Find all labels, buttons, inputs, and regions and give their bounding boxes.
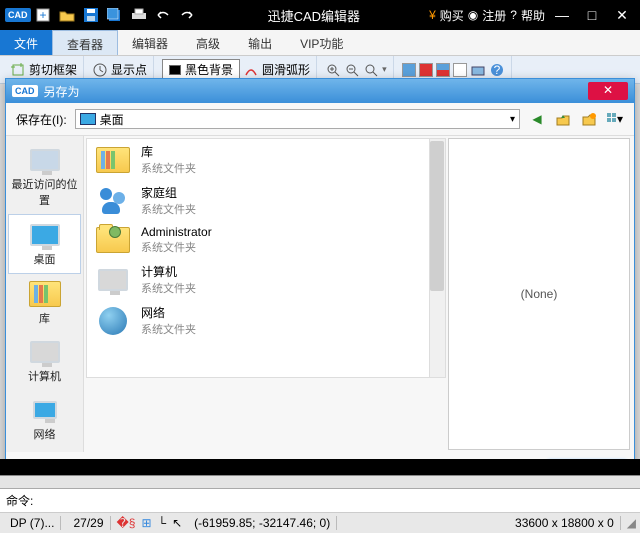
look-in-label: 保存在(I): — [16, 111, 67, 128]
dialog-title-text: 另存为 — [44, 83, 80, 100]
clip-frame-label[interactable]: 剪切框架 — [29, 61, 77, 78]
dialog-titlebar: CAD 另存为 ✕ — [6, 79, 634, 103]
help2-icon[interactable]: ? — [489, 62, 505, 78]
black-bg-toggle[interactable]: 黑色背景 — [162, 59, 240, 80]
save-as-dialog: CAD 另存为 ✕ 保存在(I): 桌面 ▾ ◀ ▾ 最近访问的位置 桌面 — [5, 78, 635, 524]
status-coords: (-61959.85; -32147.46; 0) — [188, 516, 337, 530]
help-icon: ? — [510, 8, 517, 22]
resize-grip-icon[interactable]: ◢ — [627, 516, 636, 530]
user-icon: ◉ — [468, 8, 478, 22]
desktop-icon — [80, 113, 96, 125]
settings-icon[interactable] — [470, 62, 486, 78]
list-item[interactable]: Administrator系统文件夹 — [87, 221, 445, 259]
place-desktop[interactable]: 桌面 — [8, 214, 81, 274]
tab-output[interactable]: 输出 — [234, 30, 286, 55]
place-network[interactable]: 网络 — [6, 390, 83, 448]
list-item[interactable]: 计算机系统文件夹 — [87, 259, 445, 300]
undo-icon[interactable] — [152, 4, 174, 26]
zoom-out-icon[interactable] — [344, 62, 360, 78]
redo-icon[interactable] — [176, 4, 198, 26]
open-icon[interactable] — [56, 4, 78, 26]
clock-icon — [92, 62, 108, 78]
menubar: 文件 查看器 编辑器 高级 输出 VIP功能 — [0, 30, 640, 56]
place-computer[interactable]: 计算机 — [6, 332, 83, 390]
smooth-arc-label[interactable]: 圆滑弧形 — [262, 61, 310, 78]
save-icon[interactable] — [80, 4, 102, 26]
tab-file[interactable]: 文件 — [0, 30, 52, 55]
color-blue[interactable] — [402, 63, 416, 77]
color-red[interactable] — [419, 63, 433, 77]
chevron-down-icon: ▾ — [510, 114, 515, 125]
status-bar: DP (7)... 27/29 �§ ⊞ └ ↖ (-61959.85; -32… — [0, 513, 640, 533]
dialog-badge: CAD — [12, 85, 38, 97]
tab-vip[interactable]: VIP功能 — [286, 30, 357, 55]
tab-advanced[interactable]: 高级 — [182, 30, 234, 55]
tab-viewer[interactable]: 查看器 — [52, 30, 118, 55]
svg-text:?: ? — [493, 63, 500, 77]
status-size: 33600 x 18800 x 0 — [509, 516, 621, 530]
saveall-icon[interactable] — [104, 4, 126, 26]
maximize-button[interactable]: □ — [579, 7, 605, 23]
minimize-button[interactable]: — — [549, 7, 575, 23]
svg-text:+: + — [39, 8, 46, 22]
app-title: 迅捷CAD编辑器 — [199, 6, 430, 25]
place-recent[interactable]: 最近访问的位置 — [6, 140, 83, 214]
dropdown-icon[interactable]: ▾ — [382, 64, 387, 75]
titlebar: CAD + 迅捷CAD编辑器 ¥ 购买 ◉ 注册 ? 帮助 — □ ✕ — [0, 0, 640, 30]
preview-pane: (None) — [448, 138, 630, 450]
color-split[interactable] — [436, 63, 450, 77]
zoom-fit-icon[interactable] — [363, 62, 379, 78]
help-link[interactable]: 帮助 — [521, 7, 545, 24]
dialog-close-button[interactable]: ✕ — [588, 82, 628, 100]
app-badge: CAD — [5, 8, 31, 22]
view-menu-icon[interactable]: ▾ — [606, 110, 624, 128]
scrollbar[interactable] — [429, 139, 445, 377]
close-button[interactable]: ✕ — [609, 7, 635, 24]
list-item[interactable]: 家庭组系统文件夹 — [87, 180, 445, 221]
arc-icon — [243, 62, 259, 78]
list-item[interactable]: 库系统文件夹 — [87, 139, 445, 180]
place-library[interactable]: 库 — [6, 274, 83, 332]
register-link[interactable]: 注册 — [482, 7, 506, 24]
ortho-icon[interactable]: └ — [158, 516, 167, 530]
status-doc: DP (7)... — [4, 516, 61, 530]
yen-icon: ¥ — [429, 8, 436, 22]
color-white[interactable] — [453, 63, 467, 77]
new-folder-icon[interactable] — [580, 110, 598, 128]
print-icon[interactable] — [128, 4, 150, 26]
look-in-combo[interactable]: 桌面 ▾ — [75, 109, 520, 129]
places-bar: 最近访问的位置 桌面 库 计算机 网络 — [6, 136, 84, 452]
grid-icon[interactable]: ⊞ — [141, 516, 151, 530]
crop-icon[interactable] — [10, 62, 26, 78]
file-list[interactable]: 库系统文件夹 家庭组系统文件夹 Administrator系统文件夹 计算机系统… — [86, 138, 446, 378]
back-icon[interactable]: ◀ — [528, 110, 546, 128]
look-in-value: 桌面 — [100, 111, 124, 128]
list-item[interactable]: 网络系统文件夹 — [87, 300, 445, 341]
cursor-icon[interactable]: ↖ — [172, 516, 182, 530]
tab-editor[interactable]: 编辑器 — [118, 30, 182, 55]
new-icon[interactable]: + — [32, 4, 54, 26]
up-icon[interactable] — [554, 110, 572, 128]
show-points-label[interactable]: 显示点 — [111, 61, 147, 78]
status-pages: 27/29 — [67, 516, 110, 530]
snap-icon[interactable]: �§ — [117, 516, 136, 530]
command-line[interactable]: 命令: — [0, 489, 640, 513]
zoom-in-icon[interactable] — [325, 62, 341, 78]
buy-link[interactable]: 购买 — [440, 7, 464, 24]
